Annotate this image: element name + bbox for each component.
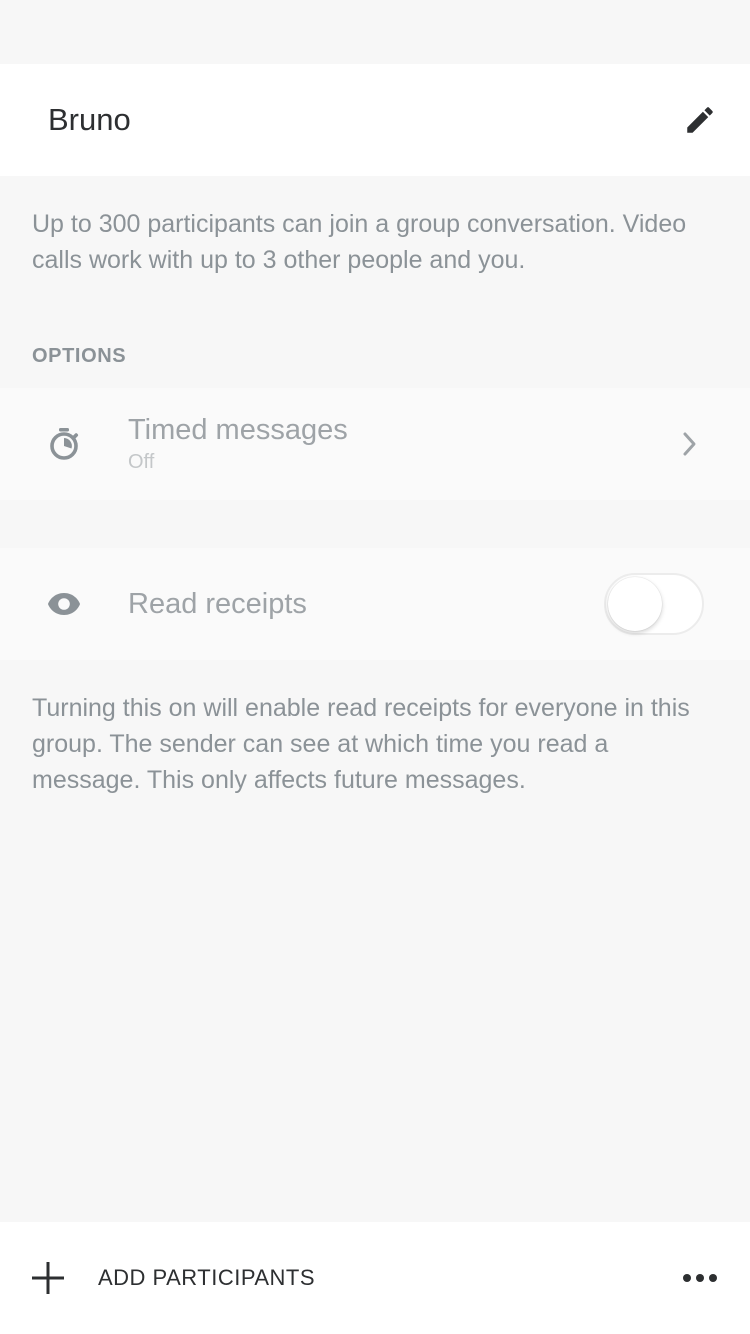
conversation-details-screen: Bruno Up to 300 participants can join a … [0,0,750,1334]
add-participants-button[interactable]: ADD PARTICIPANTS [0,1222,315,1334]
edit-name-button[interactable] [678,98,722,142]
eye-icon [48,593,80,615]
timed-messages-text: Timed messages Off [128,414,670,474]
read-receipts-icon-wrap [0,592,128,616]
add-participants-label: ADD PARTICIPANTS [98,1265,316,1290]
read-receipts-row: Read receipts [0,548,750,660]
pencil-icon [687,107,713,133]
bottom-action-bar: ADD PARTICIPANTS [0,1222,750,1334]
timed-messages-title: Timed messages [128,414,348,446]
timed-messages-row[interactable]: Timed messages Off [0,388,750,500]
more-options-button[interactable] [678,1256,722,1300]
timed-messages-icon-wrap [0,427,128,461]
conversation-name-row[interactable]: Bruno [0,64,750,176]
toggle-knob [608,577,662,631]
plus-icon [32,1262,64,1294]
chevron-right-icon [683,432,696,456]
timed-messages-status: Off [128,451,155,473]
timed-messages-chevron [670,431,750,457]
read-receipts-toggle[interactable] [604,573,704,635]
plus-icon-wrap [30,1260,66,1296]
more-dots-icon [683,1274,717,1282]
timer-icon [50,428,79,460]
conversation-name: Bruno [48,102,131,137]
participants-info-text: Up to 300 participants can join a group … [32,210,687,274]
options-section-header: OPTIONS [32,345,127,367]
read-receipts-description: Turning this on will enable read receipt… [32,694,690,794]
